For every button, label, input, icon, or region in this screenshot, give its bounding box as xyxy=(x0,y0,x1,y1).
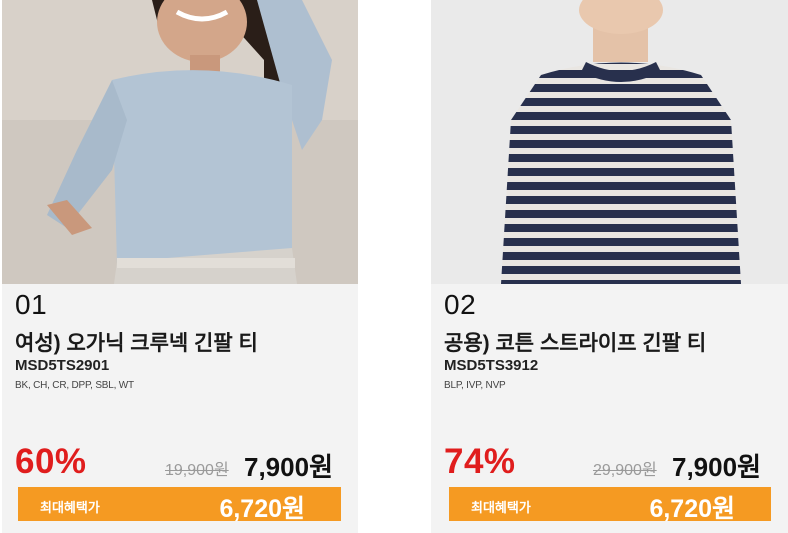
max-benefit-price-bar[interactable]: 최대혜택가 6,720원 xyxy=(18,487,341,523)
product-code: MSD5TS3912 xyxy=(444,357,539,374)
product-color-options: BK, CH, CR, DPP, SBL, WT xyxy=(15,380,134,391)
product-image[interactable] xyxy=(431,0,788,284)
max-benefit-label: 최대혜택가 xyxy=(40,500,100,515)
max-benefit-price-bar[interactable]: 최대혜택가 6,720원 xyxy=(449,487,771,523)
max-benefit-price: 6,720원 xyxy=(649,495,735,523)
max-benefit-price: 6,720원 xyxy=(219,495,305,523)
product-photo-woman xyxy=(2,0,358,284)
product-image[interactable] xyxy=(2,0,358,284)
original-price: 19,900원 xyxy=(165,462,229,479)
sale-price: 7,900원 xyxy=(672,452,761,482)
product-rank: 02 xyxy=(444,289,477,320)
discount-rate: 74% xyxy=(444,442,516,481)
product-card[interactable]: 02 공용) 코튼 스트라이프 긴팔 티 MSD5TS3912 BLP, IVP… xyxy=(431,0,788,533)
discount-rate: 60% xyxy=(15,442,87,481)
product-photo-man xyxy=(431,0,788,284)
product-name[interactable]: 공용) 코튼 스트라이프 긴팔 티 xyxy=(444,327,706,357)
product-name[interactable]: 여성) 오가닉 크루넥 긴팔 티 xyxy=(15,327,258,357)
product-rank: 01 xyxy=(15,289,48,320)
product-card[interactable]: 01 여성) 오가닉 크루넥 긴팔 티 MSD5TS2901 BK, CH, C… xyxy=(2,0,358,533)
product-color-options: BLP, IVP, NVP xyxy=(444,380,506,391)
product-code: MSD5TS2901 xyxy=(15,357,110,374)
max-benefit-label: 최대혜택가 xyxy=(471,500,531,515)
original-price: 29,900원 xyxy=(593,462,657,479)
sale-price: 7,900원 xyxy=(244,452,333,482)
